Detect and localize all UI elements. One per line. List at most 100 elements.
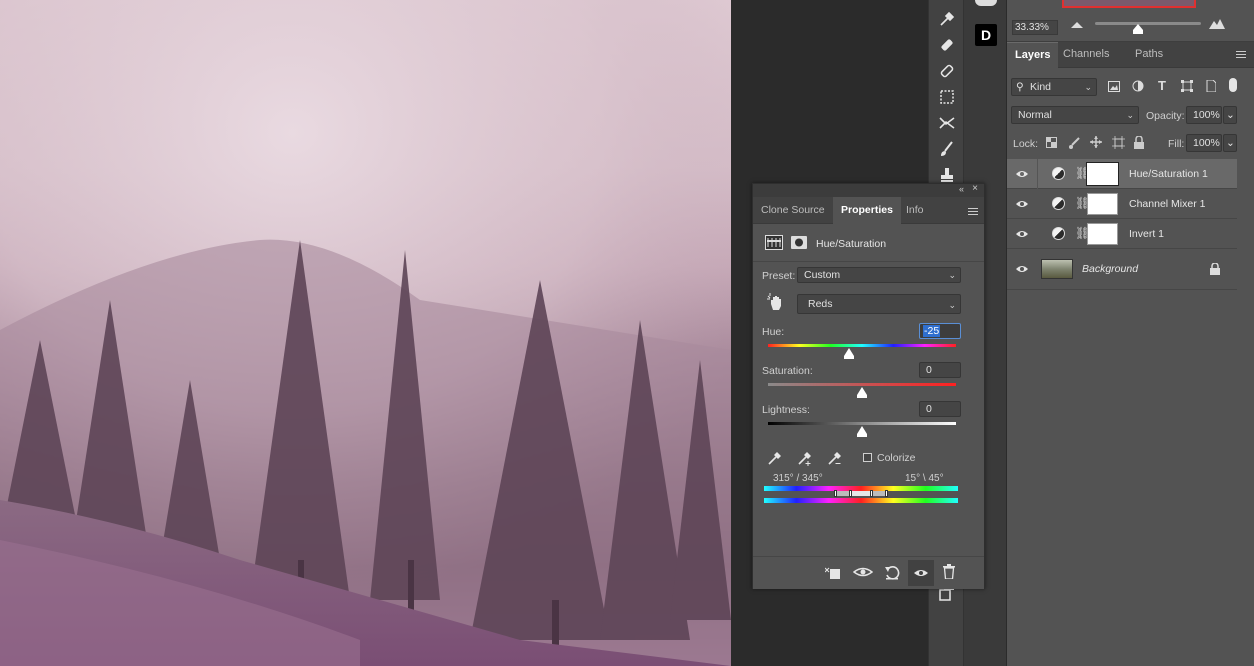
- channel-value: Reds: [808, 298, 833, 310]
- layer-mask-thumbnail[interactable]: [1086, 162, 1119, 186]
- hue-saturation-icon[interactable]: [765, 235, 783, 250]
- filter-kind-value: Kind: [1030, 81, 1052, 93]
- layer-name[interactable]: Channel Mixer 1: [1129, 198, 1205, 210]
- lock-image-icon[interactable]: [1068, 137, 1080, 149]
- saturation-slider[interactable]: [768, 383, 956, 386]
- saturation-field[interactable]: 0: [919, 362, 961, 378]
- mask-icon[interactable]: [791, 236, 807, 249]
- hue-slider-thumb[interactable]: [843, 348, 854, 359]
- layers-tab-bar: Layers Channels Paths: [1007, 42, 1254, 68]
- zoom-slider-thumb[interactable]: [1133, 24, 1143, 34]
- range-handle-inner-right[interactable]: [870, 490, 873, 497]
- eyedropper-minus-icon[interactable]: [827, 450, 843, 466]
- layer-row-hue-saturation[interactable]: ⛓ Hue/Saturation 1: [1007, 159, 1237, 189]
- lightness-field[interactable]: 0: [919, 401, 961, 417]
- colorize-checkbox[interactable]: [863, 453, 872, 462]
- view-previous-state-icon[interactable]: [853, 565, 873, 579]
- saturation-label: Saturation:: [762, 365, 813, 377]
- red-eye-icon[interactable]: [935, 112, 959, 134]
- healing-brush-icon[interactable]: [935, 34, 959, 56]
- visibility-toggle-button[interactable]: [908, 560, 934, 586]
- visibility-eye-icon[interactable]: [1015, 227, 1029, 241]
- eyedropper-plus-icon[interactable]: [797, 450, 813, 466]
- fill-dropdown[interactable]: ⌄: [1223, 134, 1237, 152]
- dock-icon-top[interactable]: [975, 0, 997, 6]
- panel-menu-icon[interactable]: [1236, 51, 1246, 58]
- filter-smart-object-icon[interactable]: [1206, 80, 1216, 92]
- zoom-in-icon[interactable]: [1209, 18, 1225, 29]
- patch-icon[interactable]: [935, 60, 959, 82]
- layer-name[interactable]: Invert 1: [1129, 228, 1164, 240]
- filter-pixel-icon[interactable]: [1108, 81, 1120, 92]
- hue-label: Hue:: [762, 326, 785, 338]
- range-handle-outer-right[interactable]: [885, 490, 888, 497]
- range-handle-inner-left[interactable]: [849, 490, 852, 497]
- filter-toggle-icon[interactable]: [1229, 78, 1237, 92]
- blend-mode-value: Normal: [1018, 109, 1052, 121]
- collapse-icon[interactable]: «: [959, 184, 964, 194]
- chevron-down-icon: ⌄: [1126, 110, 1134, 120]
- opacity-field[interactable]: 100%: [1186, 106, 1222, 124]
- channel-select[interactable]: Reds ⌄: [797, 294, 961, 314]
- saturation-slider-thumb[interactable]: [857, 387, 867, 398]
- panel-menu-icon[interactable]: [968, 208, 978, 215]
- layer-mask-thumbnail[interactable]: [1087, 193, 1118, 215]
- layer-row-invert[interactable]: ⛓ Invert 1: [1007, 219, 1237, 249]
- eyedropper-icon[interactable]: [935, 8, 959, 30]
- tab-info[interactable]: Info: [898, 197, 932, 224]
- range-left-values: 315° / 345°: [773, 473, 823, 484]
- tab-clone-source[interactable]: Clone Source: [753, 197, 833, 224]
- filter-type-icon[interactable]: T: [1158, 78, 1166, 93]
- tab-paths[interactable]: Paths: [1127, 42, 1171, 68]
- preset-select[interactable]: Custom ⌄: [797, 267, 961, 283]
- close-icon[interactable]: ×: [972, 183, 978, 194]
- lock-all-icon[interactable]: [1134, 136, 1144, 149]
- fill-field[interactable]: 100%: [1186, 134, 1222, 152]
- tab-layers[interactable]: Layers: [1007, 42, 1059, 68]
- filter-kind-select[interactable]: ⚲ Kind ⌄: [1011, 78, 1097, 96]
- reset-icon[interactable]: [884, 565, 900, 581]
- tab-channels[interactable]: Channels: [1055, 42, 1117, 68]
- color-range-core[interactable]: [851, 491, 871, 496]
- layer-name[interactable]: Background: [1082, 263, 1138, 275]
- zoom-level-field[interactable]: 33.33%: [1012, 20, 1058, 35]
- content-aware-icon[interactable]: [935, 86, 959, 108]
- hue-field[interactable]: -25: [919, 323, 961, 339]
- background-thumbnail[interactable]: [1041, 259, 1073, 279]
- lock-artboard-icon[interactable]: [1112, 136, 1125, 149]
- filter-shape-icon[interactable]: [1181, 80, 1193, 92]
- d-panel-icon[interactable]: D: [975, 24, 997, 46]
- chevron-down-icon: ⌄: [948, 270, 956, 280]
- zoom-slider[interactable]: [1095, 22, 1201, 25]
- document-canvas[interactable]: [0, 0, 731, 666]
- layer-row-background[interactable]: Background: [1007, 249, 1237, 290]
- preset-label: Preset:: [762, 270, 796, 282]
- clip-to-layer-icon[interactable]: [825, 566, 841, 580]
- zoom-out-icon[interactable]: [1071, 20, 1083, 28]
- range-handle-outer-left[interactable]: [834, 490, 837, 497]
- panel-header[interactable]: « ×: [753, 183, 984, 197]
- range-right-values: 15° \ 45°: [905, 473, 944, 484]
- eyedropper-icon[interactable]: [767, 450, 783, 466]
- visibility-eye-icon[interactable]: [1015, 167, 1029, 181]
- layer-row-channel-mixer[interactable]: ⛓ Channel Mixer 1: [1007, 189, 1237, 219]
- brush-icon[interactable]: [935, 138, 959, 160]
- layer-mask-thumbnail[interactable]: [1087, 223, 1118, 245]
- navigator-thumbnail[interactable]: [1062, 0, 1196, 8]
- layer-name[interactable]: Hue/Saturation 1: [1129, 168, 1208, 180]
- eye-icon: [914, 570, 928, 576]
- visibility-eye-icon[interactable]: [1015, 197, 1029, 211]
- lightness-label: Lightness:: [762, 404, 810, 416]
- targeted-adjustment-hand-icon[interactable]: [767, 293, 785, 311]
- filter-adjustment-icon[interactable]: [1132, 80, 1144, 92]
- blend-mode-select[interactable]: Normal ⌄: [1011, 106, 1139, 124]
- lightness-slider[interactable]: [768, 422, 956, 425]
- hue-slider[interactable]: [768, 344, 956, 347]
- trash-icon[interactable]: [943, 564, 955, 579]
- lightness-slider-thumb[interactable]: [857, 426, 867, 437]
- tab-properties[interactable]: Properties: [833, 197, 901, 224]
- lock-transparent-icon[interactable]: [1046, 137, 1057, 148]
- opacity-dropdown[interactable]: ⌄: [1223, 106, 1237, 124]
- visibility-eye-icon[interactable]: [1015, 262, 1029, 276]
- lock-position-icon[interactable]: [1090, 136, 1102, 148]
